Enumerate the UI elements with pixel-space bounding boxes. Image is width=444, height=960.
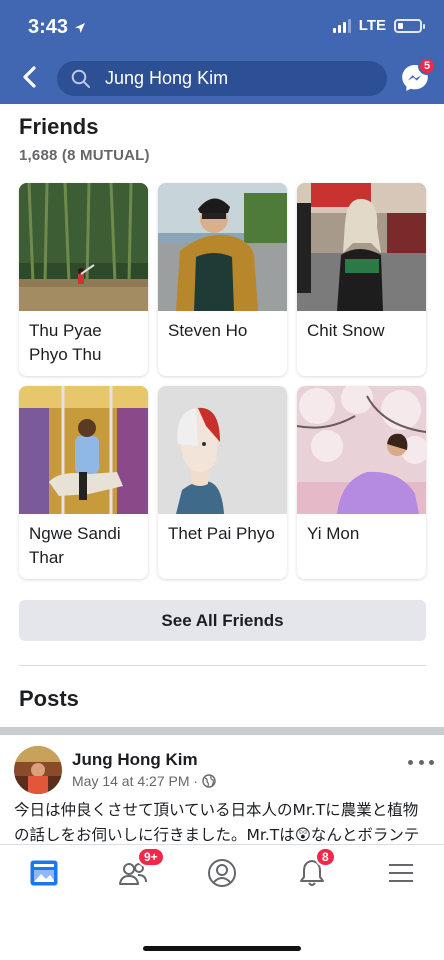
battery-icon (394, 18, 425, 33)
friends-badge: 9+ (137, 847, 165, 867)
friend-photo (19, 183, 148, 311)
tab-profile[interactable] (192, 851, 252, 895)
status-time: 3:43 (28, 16, 69, 38)
friend-photo (158, 183, 287, 311)
globe-icon (202, 774, 216, 788)
friend-card[interactable]: Ngwe Sandi Thar (19, 386, 148, 579)
search-input[interactable] (105, 68, 375, 89)
avatar-image (14, 746, 62, 794)
chevron-left-icon (23, 66, 36, 88)
section-separator (0, 727, 444, 735)
friend-photo (297, 183, 426, 311)
back-button[interactable] (16, 63, 44, 91)
profile-icon (208, 859, 236, 887)
friend-name: Ngwe Sandi Thar (29, 524, 121, 567)
friends-grid: Thu Pyae Phyo Thu Steven Ho Chit Snow Ng… (19, 183, 427, 579)
friend-photo (19, 386, 148, 514)
search-icon (71, 69, 90, 88)
post-meta: May 14 at 4:27 PM · (72, 773, 216, 789)
post-text: 今日は仲良くさせて頂いている日本人のMr.Tに農業と植物の話しをお伺いしに行きま… (14, 801, 420, 844)
tab-menu[interactable] (371, 851, 431, 895)
friend-card[interactable]: Steven Ho (158, 183, 287, 376)
search-bar[interactable] (57, 61, 387, 96)
notifications-badge: 8 (315, 847, 336, 867)
friend-card[interactable]: Yi Mon (297, 386, 426, 579)
hamburger-menu-icon (389, 864, 413, 882)
profile-content: Friends 1,688 (8 MUTUAL) Thu Pyae Phyo T… (0, 104, 444, 844)
tab-news-feed[interactable] (14, 851, 74, 895)
status-bar: 3:43 LTE (0, 0, 444, 52)
messenger-badge: 5 (418, 57, 436, 75)
friend-name: Steven Ho (168, 321, 248, 340)
friend-card[interactable]: Chit Snow (297, 183, 426, 376)
status-indicators: LTE (332, 17, 425, 34)
post-date[interactable]: May 14 at 4:27 PM · (72, 773, 198, 789)
more-dot (429, 759, 434, 765)
see-all-friends-button[interactable]: See All Friends (19, 600, 426, 641)
friend-name: Thet Pai Phyo (168, 524, 275, 543)
section-divider (19, 665, 426, 666)
top-bar: 3:43 LTE 5 (0, 0, 444, 104)
friend-card[interactable]: Thu Pyae Phyo Thu (19, 183, 148, 376)
friend-name: Chit Snow (307, 321, 385, 340)
post-author[interactable]: Jung Hong Kim (72, 750, 198, 770)
friend-card[interactable]: Thet Pai Phyo (158, 386, 287, 579)
more-dot (418, 759, 424, 765)
home-indicator (143, 946, 301, 951)
avatar[interactable] (14, 746, 62, 794)
friend-name: Thu Pyae Phyo Thu (29, 321, 102, 364)
network-label: LTE (358, 17, 386, 34)
location-arrow-icon (75, 22, 86, 33)
more-options-button[interactable] (408, 754, 434, 770)
posts-section-title: Posts (19, 686, 79, 711)
friends-count: 1,688 (8 MUTUAL) (19, 147, 150, 164)
friend-photo (297, 386, 426, 514)
friends-section-title: Friends (19, 114, 99, 139)
more-dot (408, 759, 413, 765)
status-time-wrap: 3:43 (28, 16, 86, 39)
signal-icon (332, 18, 351, 33)
friend-photo (158, 386, 287, 514)
friend-name: Yi Mon (307, 524, 360, 543)
news-feed-icon (30, 860, 58, 886)
bottom-tab-bar: 9+ 8 (0, 844, 444, 960)
